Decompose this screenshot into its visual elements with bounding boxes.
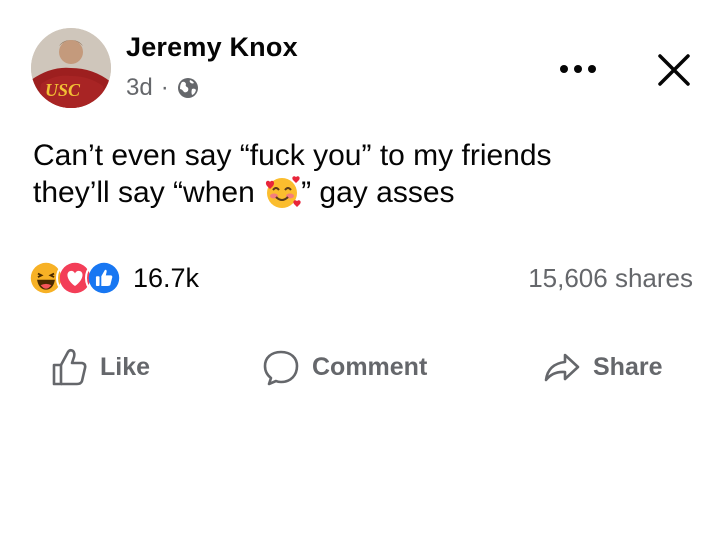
comment-button[interactable]: Comment [262, 340, 427, 394]
smiling-face-with-hearts-icon [266, 176, 301, 208]
globe-icon[interactable] [177, 77, 199, 99]
share-label: Share [593, 352, 663, 381]
post-text-line-2-start: they’ll say “when [33, 176, 264, 209]
like-button[interactable]: Like [50, 340, 150, 394]
avatar-shirt-text: USC [45, 80, 81, 100]
post-time[interactable]: 3d [126, 74, 153, 102]
share-arrow-icon [544, 353, 580, 382]
share-button[interactable]: Share [543, 340, 662, 394]
post-meta: 3d · [126, 74, 199, 102]
reaction-count: 16.7k [133, 262, 200, 293]
comment-bubble-icon [263, 350, 299, 386]
post-text: Can’t even say “fuck you” to my friends … [33, 138, 693, 211]
like-label: Like [100, 352, 151, 381]
share-count[interactable]: 15,606 shares [528, 263, 693, 294]
post-text-line-2-end: ” gay asses [301, 176, 455, 209]
meta-separator: · [160, 74, 169, 101]
action-bar: Like Comment Share [0, 340, 720, 394]
more-options-icon[interactable] [555, 52, 601, 86]
avatar-photo: USC [31, 28, 111, 108]
post-text-line-2: they’ll say “when ” gay asses [33, 174, 693, 211]
close-icon[interactable] [652, 48, 696, 92]
post-text-line-1: Can’t even say “fuck you” to my friends [33, 139, 552, 172]
reaction-summary[interactable]: 16.7k [27, 258, 199, 298]
author-name[interactable]: Jeremy Knox [126, 32, 298, 63]
thumbs-up-icon [52, 348, 87, 386]
like-reaction-icon [85, 259, 123, 297]
author-avatar[interactable]: USC [31, 28, 111, 108]
comment-label: Comment [312, 352, 428, 381]
